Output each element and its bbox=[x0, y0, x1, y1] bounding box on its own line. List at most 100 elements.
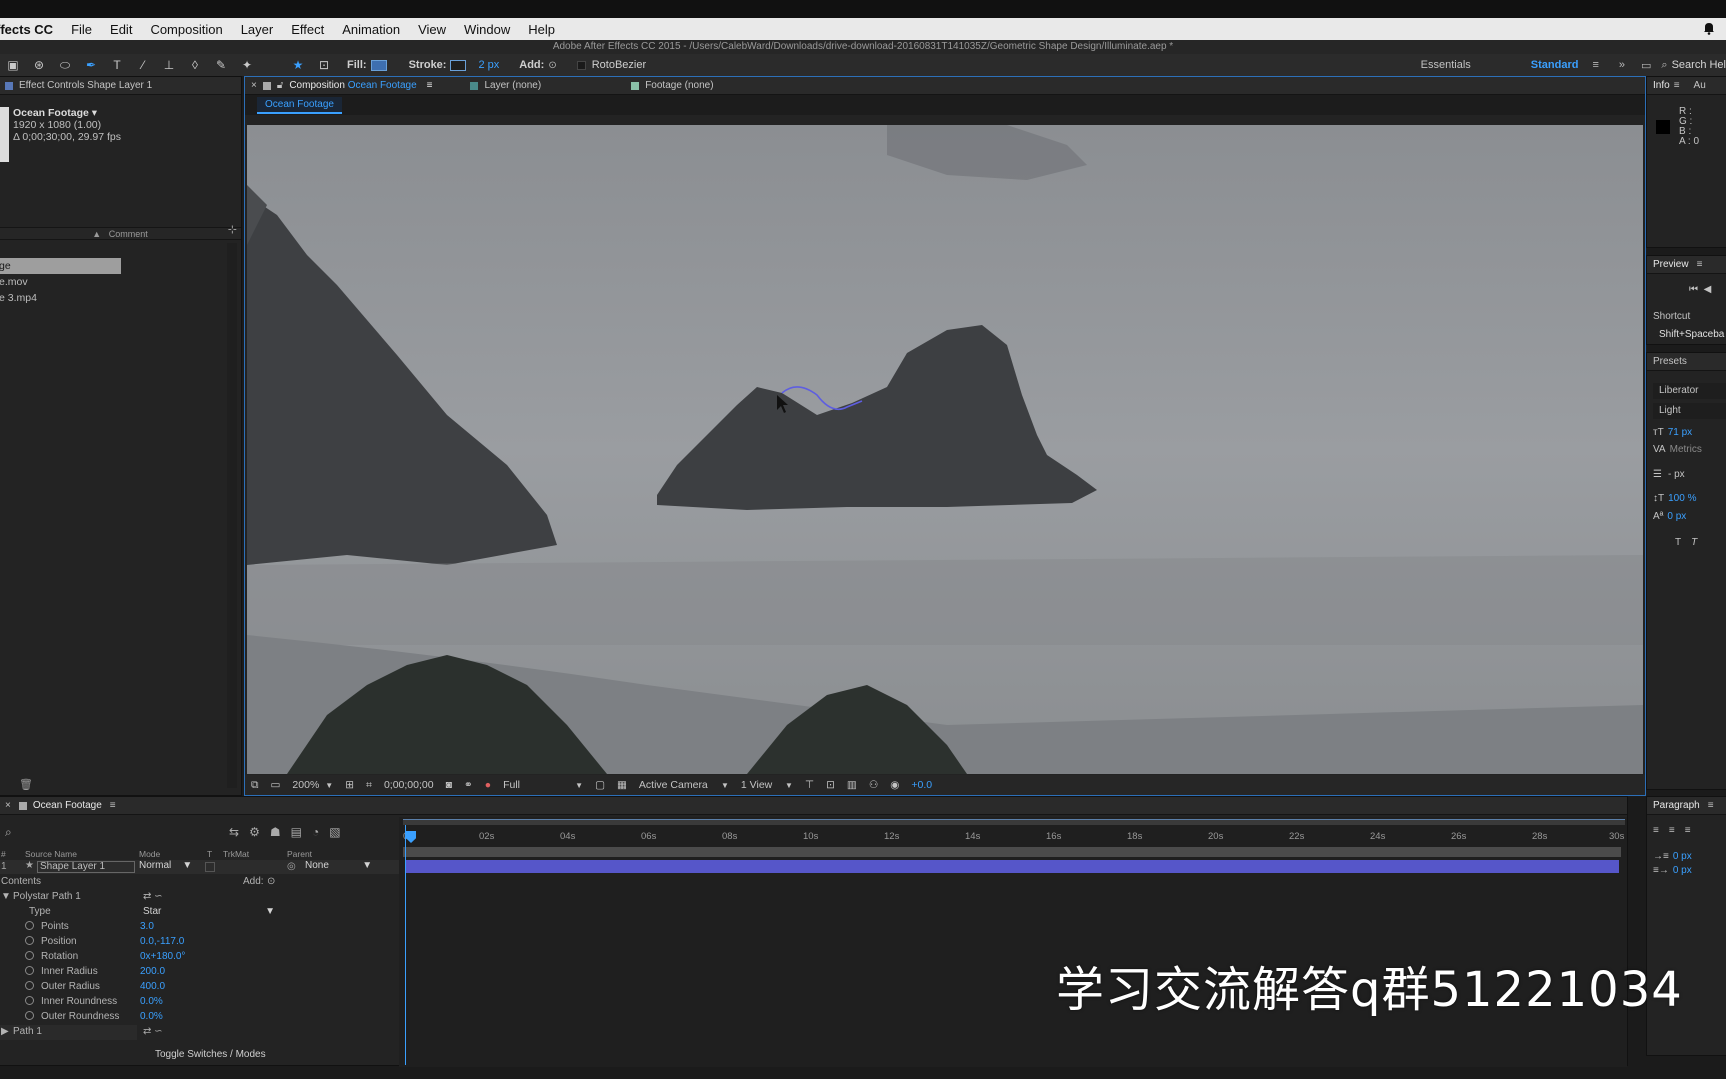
exposure-value[interactable]: +0.0 bbox=[911, 779, 932, 791]
tab-layer[interactable]: Layer (none) bbox=[484, 80, 541, 91]
type-dropdown[interactable]: Star ▼ bbox=[143, 906, 275, 917]
property-value[interactable]: 3.0 bbox=[140, 921, 154, 932]
toggle-pixel-icon[interactable]: ⊤ bbox=[805, 779, 814, 791]
add-circle-icon[interactable]: ⊙ bbox=[548, 60, 556, 71]
menu-composition[interactable]: Composition bbox=[150, 22, 222, 37]
baseline-shift-field[interactable]: Aª 0 px bbox=[1653, 511, 1686, 522]
stopwatch-icon[interactable] bbox=[25, 996, 34, 1005]
menu-help[interactable]: Help bbox=[528, 22, 555, 37]
fast-previews-icon[interactable]: ⊡ bbox=[826, 779, 835, 791]
composition-viewer[interactable] bbox=[247, 125, 1643, 774]
shy-layers-icon[interactable]: ☗ bbox=[270, 825, 281, 839]
menu-file[interactable]: File bbox=[71, 22, 92, 37]
layer-name[interactable]: Shape Layer 1 bbox=[37, 861, 135, 873]
menu-layer[interactable]: Layer bbox=[241, 22, 274, 37]
zoom-dropdown[interactable]: 200% ▼ bbox=[292, 779, 333, 791]
fill-swatch[interactable] bbox=[370, 59, 387, 71]
region-of-interest-icon[interactable]: ▢ bbox=[595, 779, 605, 791]
stroke-width[interactable]: 2 px bbox=[478, 59, 499, 71]
graph-editor-icon[interactable]: ▧ bbox=[329, 825, 340, 839]
motion-blur-icon[interactable]: ◔ bbox=[312, 825, 319, 839]
col-source-name[interactable]: Source Name bbox=[25, 849, 77, 859]
stopwatch-icon[interactable] bbox=[25, 966, 34, 975]
faux-italic-icon[interactable]: T bbox=[1691, 537, 1697, 548]
search-help-field[interactable]: Search Hel bbox=[1672, 59, 1726, 71]
path-options-icon[interactable]: ⇄ ∽ bbox=[143, 891, 163, 902]
parent-dropdown[interactable]: None ▼ bbox=[305, 860, 372, 871]
snapshot-icon[interactable]: ◙ bbox=[446, 779, 452, 791]
property-value[interactable]: 0x+180.0° bbox=[140, 951, 185, 962]
font-style-dropdown[interactable]: Light bbox=[1653, 403, 1726, 419]
stopwatch-icon[interactable] bbox=[25, 1011, 34, 1020]
property-value[interactable]: 400.0 bbox=[140, 981, 165, 992]
layer-duration-bar[interactable] bbox=[405, 860, 1619, 873]
menu-view[interactable]: View bbox=[418, 22, 446, 37]
snapping-icon[interactable]: ⊡ bbox=[316, 58, 332, 72]
comment-column[interactable]: Comment bbox=[109, 229, 148, 239]
star-icon[interactable]: ★ bbox=[290, 58, 306, 72]
close-icon[interactable]: × bbox=[5, 800, 11, 811]
indent-first-field[interactable]: ≡→ 0 px bbox=[1653, 865, 1692, 876]
kerning-field[interactable]: VA Metrics bbox=[1653, 444, 1702, 455]
col-mode[interactable]: Mode bbox=[139, 849, 160, 859]
property-row[interactable]: Inner Roundness 0.0% bbox=[0, 995, 399, 1010]
menu-edit[interactable]: Edit bbox=[110, 22, 132, 37]
faux-bold-icon[interactable]: T bbox=[1675, 537, 1681, 548]
layer-mode-dropdown[interactable]: Normal ▼ bbox=[139, 860, 192, 871]
disclosure-triangle-icon[interactable]: ▼ bbox=[1, 891, 11, 902]
vertical-scale-field[interactable]: ↕T 100 % bbox=[1653, 493, 1696, 504]
pan-behind-tool-icon[interactable]: ⊛ bbox=[31, 58, 47, 72]
tab-effect-controls[interactable]: Effect Controls Shape Layer 1 bbox=[19, 80, 152, 91]
views-dropdown[interactable]: 1 View ▼ bbox=[741, 779, 793, 791]
tab-paragraph[interactable]: Paragraph bbox=[1653, 800, 1700, 811]
work-area-bar[interactable] bbox=[403, 819, 1625, 825]
project-scrollbar[interactable] bbox=[227, 243, 237, 788]
comp-mini-flowchart-icon[interactable]: ⇆ bbox=[229, 825, 239, 839]
stopwatch-icon[interactable] bbox=[25, 936, 34, 945]
show-snapshot-icon[interactable]: ⚭ bbox=[464, 779, 473, 791]
align-left-icon[interactable]: ≡ bbox=[1653, 825, 1659, 836]
menu-effect[interactable]: Effect bbox=[291, 22, 324, 37]
time-ruler[interactable]: 0s 02s 04s 06s 08s 10s 12s 14s 16s 18s 2… bbox=[399, 827, 1627, 845]
property-value[interactable]: 0.0% bbox=[140, 996, 163, 1007]
keyboard-icon[interactable]: ▭ bbox=[1641, 59, 1651, 72]
property-row[interactable]: Inner Radius 200.0 bbox=[0, 965, 399, 980]
col-parent[interactable]: Parent bbox=[287, 849, 312, 859]
property-row[interactable]: Points 3.0 bbox=[0, 920, 399, 935]
exposure-reset-icon[interactable]: ◉ bbox=[890, 779, 899, 791]
current-time-indicator[interactable] bbox=[405, 825, 416, 1065]
grid-icon[interactable]: ⊞ bbox=[345, 779, 354, 791]
roto-brush-tool-icon[interactable]: ✎ bbox=[213, 58, 229, 72]
list-item[interactable]: e 3.mp4 bbox=[0, 290, 227, 306]
tab-menu-icon[interactable]: ≡ bbox=[427, 80, 433, 91]
polystar-group-row[interactable]: ▼ Polystar Path 1 ⇄ ∽ bbox=[0, 890, 399, 905]
search-icon[interactable]: ⌕ bbox=[1661, 59, 1667, 72]
add-circle-icon[interactable]: ⊙ bbox=[267, 876, 275, 887]
current-time[interactable]: 0;00;00;00 bbox=[384, 779, 434, 791]
type-tool-icon[interactable]: T bbox=[109, 58, 125, 72]
eraser-tool-icon[interactable]: ◊ bbox=[187, 58, 203, 72]
stopwatch-icon[interactable] bbox=[25, 921, 34, 930]
timeline-track-area[interactable]: 0s 02s 04s 06s 08s 10s 12s 14s 16s 18s 2… bbox=[399, 817, 1627, 1067]
draft-3d-icon[interactable]: ⚙ bbox=[249, 825, 260, 839]
color-channel-icon[interactable]: ● bbox=[485, 779, 491, 791]
resolution-dropdown[interactable]: Full ▼ bbox=[503, 779, 583, 791]
tab-composition[interactable]: Composition Ocean Footage ≡ bbox=[289, 80, 432, 91]
monitor-icon[interactable]: ▭ bbox=[271, 779, 281, 791]
property-value[interactable]: 200.0 bbox=[140, 966, 165, 977]
notification-icon[interactable] bbox=[1702, 21, 1716, 35]
menu-window[interactable]: Window bbox=[464, 22, 510, 37]
disclosure-triangle-icon[interactable]: ▶ bbox=[1, 1026, 9, 1037]
shortcut-value[interactable]: Shift+Spaceba bbox=[1659, 326, 1724, 344]
trkmat-checkbox[interactable] bbox=[205, 862, 215, 872]
app-menu[interactable]: ffects CC bbox=[0, 22, 53, 37]
panel-menu-icon[interactable]: ≡ bbox=[110, 800, 116, 811]
ellipse-tool-icon[interactable]: ⬭ bbox=[57, 58, 73, 72]
first-frame-icon[interactable]: ⏮ bbox=[1689, 284, 1698, 295]
stroke-swatch[interactable] bbox=[450, 59, 467, 71]
path-group-row[interactable]: ▶ Path 1 bbox=[0, 1025, 137, 1040]
font-size-field[interactable]: ᴛT 71 px bbox=[1653, 427, 1692, 438]
transparency-grid-icon[interactable]: ▦ bbox=[617, 779, 627, 791]
menu-animation[interactable]: Animation bbox=[342, 22, 400, 37]
camera-tool-icon[interactable]: ▣ bbox=[5, 58, 21, 72]
